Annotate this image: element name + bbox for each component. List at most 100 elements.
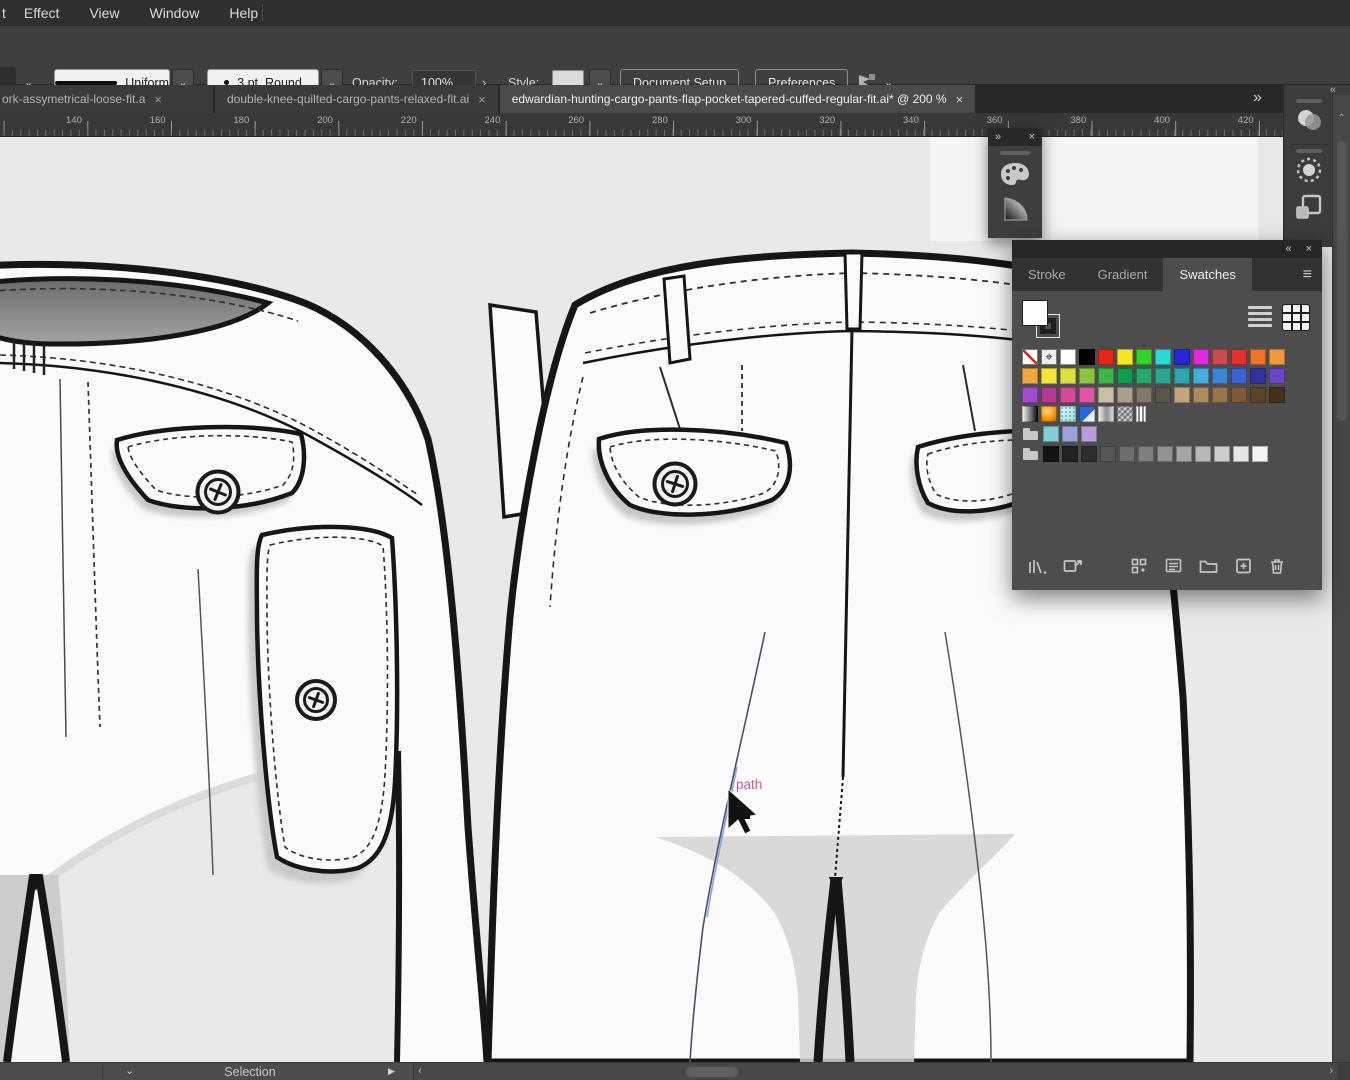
color-swatch[interactable]	[1138, 446, 1154, 462]
color-swatch[interactable]	[1193, 368, 1209, 384]
folder-swatch[interactable]	[1022, 426, 1040, 442]
color-swatch[interactable]	[1252, 446, 1268, 462]
close-icon[interactable]: ×	[1029, 131, 1035, 143]
swatch-kinds-icon[interactable]	[1130, 557, 1150, 580]
color-swatch[interactable]	[1157, 446, 1173, 462]
panel-menu-icon[interactable]: ≡	[1303, 266, 1312, 284]
color-swatch[interactable]	[1098, 387, 1114, 403]
color-palette-icon[interactable]	[988, 161, 1042, 187]
add-to-library-icon[interactable]	[1062, 557, 1084, 580]
dock-panel-button[interactable]	[1284, 97, 1333, 140]
color-swatch[interactable]	[1176, 446, 1192, 462]
orange-swatch[interactable]	[1041, 406, 1057, 422]
color-swatch[interactable]	[1098, 368, 1114, 384]
fill-proxy[interactable]	[1022, 300, 1048, 326]
ruler[interactable]: 1401601802002202402602803003203403603804…	[0, 113, 1333, 137]
color-swatch[interactable]	[1136, 387, 1152, 403]
fill-stroke-proxy[interactable]	[1022, 300, 1068, 346]
color-swatch[interactable]	[1214, 446, 1230, 462]
color-swatch[interactable]	[1041, 368, 1057, 384]
color-swatch[interactable]	[1136, 349, 1152, 365]
none-swatch[interactable]	[1022, 349, 1038, 365]
color-swatch[interactable]	[1100, 446, 1116, 462]
tab-close-icon[interactable]: ×	[478, 92, 486, 107]
registration-swatch[interactable]: ⌖	[1041, 349, 1057, 365]
collapse-icon[interactable]: «	[1285, 243, 1291, 255]
color-swatch[interactable]	[1119, 446, 1135, 462]
folder-swatch[interactable]	[1022, 446, 1040, 462]
noise-swatch[interactable]	[1117, 406, 1133, 422]
color-swatch[interactable]	[1060, 387, 1076, 403]
color-swatch[interactable]	[1079, 387, 1095, 403]
horizontal-scroll-thumb[interactable]	[686, 1067, 738, 1077]
scroll-right-icon[interactable]: ›	[1329, 1065, 1333, 1077]
color-swatch[interactable]	[1155, 349, 1171, 365]
color-swatch[interactable]	[1174, 387, 1190, 403]
color-swatch[interactable]	[1041, 387, 1057, 403]
vertical-scrollbar[interactable]: ⌃	[1332, 95, 1350, 1062]
new-color-group-icon[interactable]	[1198, 557, 1220, 580]
color-swatch[interactable]	[1117, 349, 1133, 365]
expand-icon[interactable]: »	[995, 131, 1001, 143]
tab-close-icon[interactable]: ×	[956, 92, 964, 107]
color-swatch[interactable]	[1117, 387, 1133, 403]
color-swatch[interactable]	[1233, 446, 1249, 462]
menu-item-view[interactable]: View	[89, 5, 119, 21]
swatch-options-icon[interactable]	[1164, 557, 1184, 580]
close-icon[interactable]: ×	[1306, 243, 1312, 255]
silver-swatch[interactable]	[1098, 406, 1114, 422]
next-artboard-icon[interactable]: ▶	[388, 1066, 395, 1077]
tab-gradient[interactable]: Gradient	[1082, 258, 1164, 291]
color-swatch[interactable]	[1269, 387, 1285, 403]
horizontal-scrollbar[interactable]: ‹ ›	[413, 1063, 1337, 1080]
color-swatch[interactable]	[1250, 387, 1266, 403]
color-swatch[interactable]	[1174, 349, 1190, 365]
vertical-scroll-thumb[interactable]	[1337, 141, 1347, 421]
gradient-icon[interactable]	[988, 193, 1042, 223]
color-swatch[interactable]	[1060, 368, 1076, 384]
tab-stroke[interactable]: Stroke	[1012, 258, 1082, 291]
color-swatch[interactable]	[1193, 349, 1209, 365]
color-swatch[interactable]	[1231, 387, 1247, 403]
list-view-icon[interactable]	[1248, 304, 1272, 328]
document-tab[interactable]: edwardian-hunting-cargo-pants-flap-pocke…	[500, 85, 975, 113]
document-tab[interactable]: double-knee-quilted-cargo-pants-relaxed-…	[215, 85, 498, 113]
color-swatch[interactable]	[1269, 349, 1285, 365]
stripes-swatch[interactable]	[1136, 406, 1146, 422]
scroll-left-icon[interactable]: ‹	[418, 1065, 422, 1077]
menu-item-effect[interactable]: Effect	[24, 5, 60, 21]
color-swatch[interactable]	[1081, 426, 1097, 442]
color-swatch[interactable]	[1250, 349, 1266, 365]
swatch-libraries-icon[interactable]	[1026, 557, 1048, 580]
delete-swatch-icon[interactable]	[1268, 557, 1286, 580]
color-swatch[interactable]	[1060, 349, 1076, 365]
color-swatch[interactable]	[1098, 349, 1114, 365]
color-swatch[interactable]	[1062, 426, 1078, 442]
color-swatch[interactable]	[1231, 368, 1247, 384]
grid-view-icon[interactable]	[1282, 304, 1310, 331]
dots-swatch[interactable]	[1060, 406, 1076, 422]
blue-swatch[interactable]	[1079, 406, 1095, 422]
color-swatch[interactable]	[1062, 446, 1078, 462]
color-swatch[interactable]	[1081, 446, 1097, 462]
tab-swatches[interactable]: Swatches	[1163, 258, 1251, 291]
scroll-up-icon[interactable]: ⌃	[1333, 113, 1350, 124]
bw-swatch[interactable]	[1022, 406, 1038, 422]
new-swatch-icon[interactable]	[1234, 557, 1254, 580]
color-swatch[interactable]	[1195, 446, 1211, 462]
color-swatch[interactable]	[1117, 368, 1133, 384]
dock-panel-button[interactable]	[1284, 192, 1333, 229]
zoom-dropdown-icon[interactable]: ⌄	[125, 1064, 134, 1077]
tab-close-icon[interactable]: ×	[154, 92, 162, 107]
dock-panel-button[interactable]	[1284, 147, 1333, 192]
menu-item-help[interactable]: Help	[229, 5, 258, 21]
menu-item-window[interactable]: Window	[150, 5, 200, 21]
color-swatch[interactable]	[1212, 368, 1228, 384]
color-swatch[interactable]	[1043, 426, 1059, 442]
tab-overflow-icon[interactable]: »	[1253, 89, 1261, 107]
color-swatch[interactable]	[1043, 446, 1059, 462]
color-swatch[interactable]	[1022, 368, 1038, 384]
color-swatch[interactable]	[1022, 387, 1038, 403]
color-swatch[interactable]	[1155, 368, 1171, 384]
color-swatch[interactable]	[1212, 349, 1228, 365]
